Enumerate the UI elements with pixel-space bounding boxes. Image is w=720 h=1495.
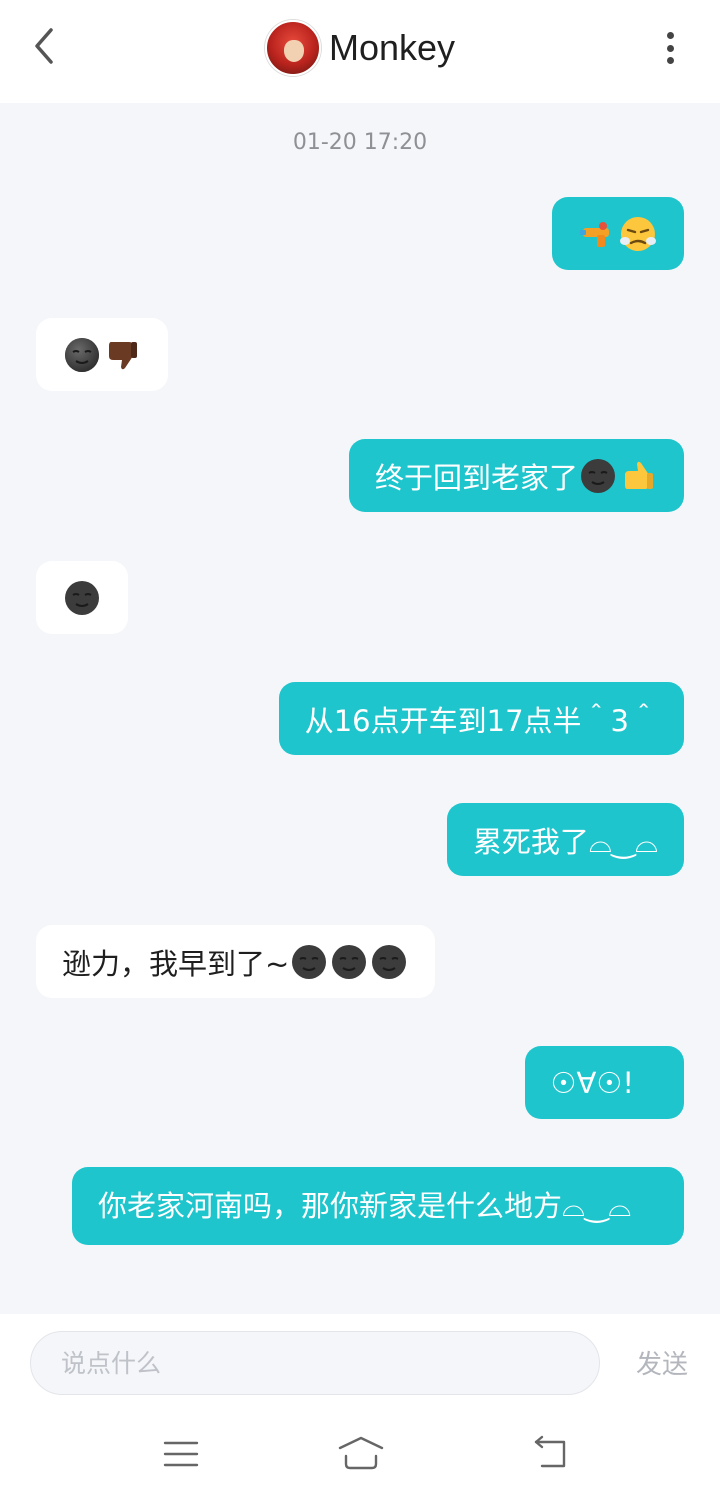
message-bubble-sent[interactable]	[552, 197, 684, 270]
system-nav-bar	[0, 1414, 720, 1495]
message-timestamp: 01-20 17:20	[292, 130, 428, 155]
more-dot-icon	[666, 57, 674, 64]
menu-icon	[163, 1441, 199, 1467]
message-input[interactable]	[30, 1331, 600, 1395]
new-moon-face-icon	[581, 458, 615, 493]
more-dot-icon	[666, 44, 674, 52]
triumph-face-icon	[620, 216, 656, 251]
avatar[interactable]	[264, 20, 321, 76]
message-bubble-received[interactable]: 逊力，我早到了~	[36, 925, 436, 998]
message-text: 累死我了⌓‿⌓	[472, 824, 658, 859]
chat-title-group[interactable]: Monkey	[0, 18, 720, 78]
chat-title: Monkey	[328, 27, 456, 68]
message-bubble-sent[interactable]: 从16点开车到17点半＾3＾	[278, 682, 684, 755]
message-bubble-sent[interactable]: 累死我了⌓‿⌓	[446, 803, 684, 876]
back-nav-button[interactable]	[530, 1434, 570, 1474]
message-bubble-received[interactable]	[36, 318, 168, 391]
thumbs-up-icon	[625, 461, 653, 489]
message-text: ☉∀☉!	[550, 1065, 634, 1100]
message-text: 终于回到老家了	[374, 460, 578, 495]
message-bubble-received[interactable]	[36, 561, 128, 634]
message-bubble-sent[interactable]: 你老家河南吗，那你新家是什么地方⌓‿⌓	[72, 1167, 684, 1245]
message-input-bar: 发送	[0, 1314, 720, 1414]
message-text: 从16点开车到17点半＾3＾	[304, 703, 658, 738]
new-moon-face-icon	[65, 580, 99, 615]
new-moon-face-icon	[292, 944, 327, 979]
back-arrow-icon	[534, 1435, 566, 1468]
new-moon-face-icon	[65, 337, 99, 372]
water-pistol-icon	[580, 221, 609, 247]
more-options-button[interactable]	[660, 28, 680, 68]
message-bubble-sent[interactable]: 终于回到老家了	[348, 439, 684, 512]
message-text: 逊力，我早到了~	[62, 946, 290, 981]
more-dot-icon	[666, 32, 674, 39]
thumbs-down-icon	[109, 341, 137, 369]
menu-button[interactable]	[161, 1434, 201, 1474]
home-icon	[338, 1436, 384, 1470]
home-button[interactable]	[338, 1434, 384, 1474]
chat-header: Monkey	[0, 0, 720, 103]
message-text: 你老家河南吗，那你新家是什么地方⌓‿⌓	[98, 1189, 632, 1223]
send-button[interactable]: 发送	[636, 1344, 688, 1381]
new-moon-face-icon	[372, 944, 407, 979]
new-moon-face-icon	[332, 944, 367, 979]
message-bubble-sent[interactable]: ☉∀☉!	[524, 1046, 684, 1119]
